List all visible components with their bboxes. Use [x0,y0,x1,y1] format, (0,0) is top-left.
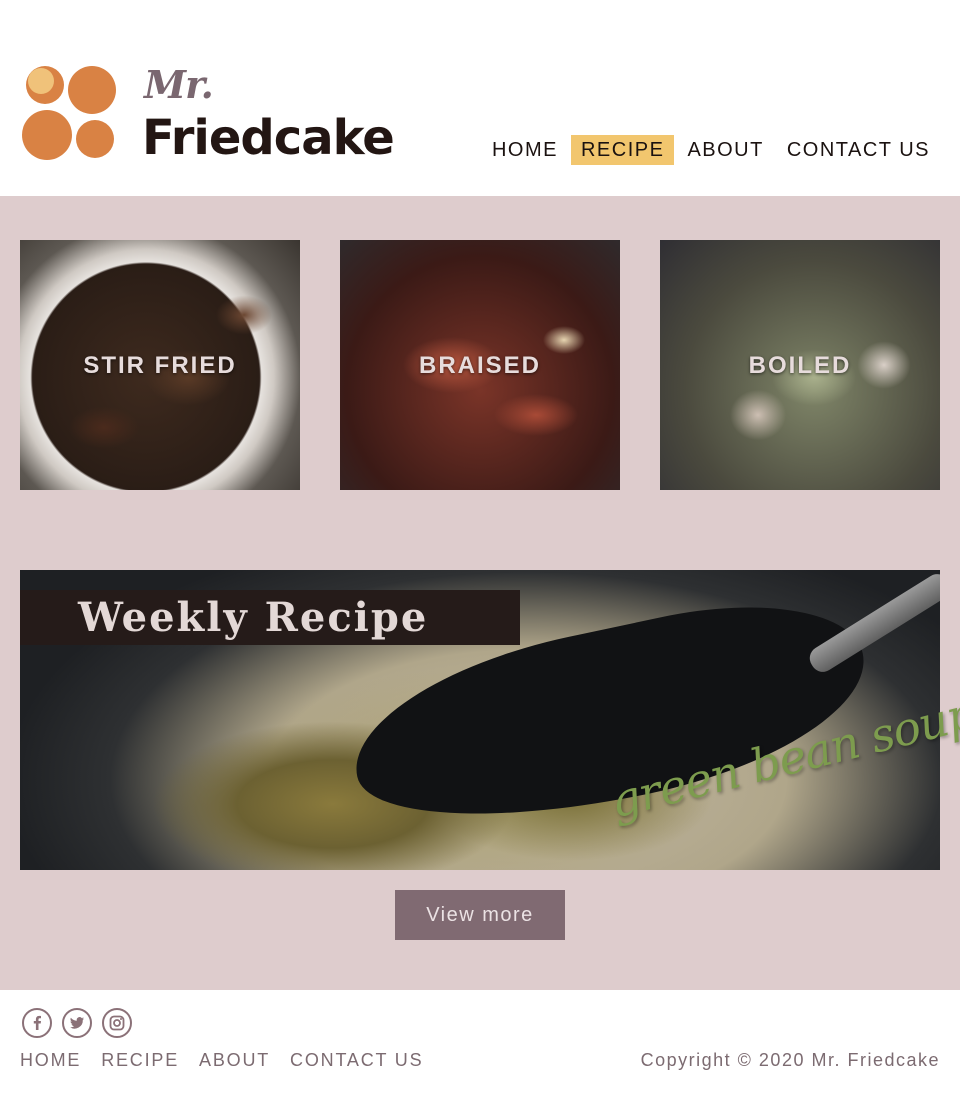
footer-nav-contact-us[interactable]: CONTACT US [290,1050,423,1071]
nav-home[interactable]: HOME [482,135,568,165]
social-links [22,1008,132,1038]
footer-nav: HOME RECIPE ABOUT CONTACT US [20,1050,423,1071]
site-footer: HOME RECIPE ABOUT CONTACT US Copyright ©… [0,990,960,1093]
category-label: BRAISED [418,352,541,379]
weekly-recipe-title: Weekly Recipe [78,594,429,641]
view-more-button[interactable]: View more [395,890,565,940]
footer-nav-about[interactable]: ABOUT [199,1050,270,1071]
main-nav: HOME RECIPE ABOUT CONTACT US [479,135,940,165]
main-content: STIR FRIED BRAISED BOILED Weekly Recipe … [0,196,960,990]
logo-icon[interactable] [20,64,118,162]
nav-about[interactable]: ABOUT [677,135,773,165]
logo-dot [22,110,72,160]
instagram-icon[interactable] [102,1008,132,1038]
category-label: STIR FRIED [83,352,237,379]
category-card-stir-fried[interactable]: STIR FRIED [20,240,300,490]
twitter-icon[interactable] [62,1008,92,1038]
nav-recipe[interactable]: RECIPE [570,135,675,165]
logo-dot [76,120,114,158]
logo-dot [26,66,64,104]
facebook-icon[interactable] [22,1008,52,1038]
footer-nav-home[interactable]: HOME [20,1050,81,1071]
logo-mr-text[interactable]: Mr. [144,62,214,107]
category-card-braised[interactable]: BRAISED [340,240,620,490]
site-header: Mr. Friedcake HOME RECIPE ABOUT CONTACT … [0,0,960,196]
footer-nav-recipe[interactable]: RECIPE [101,1050,179,1071]
nav-contact-us[interactable]: CONTACT US [777,135,940,165]
category-label: BOILED [748,352,852,379]
logo-dot [68,66,116,114]
logo-brand-name[interactable]: Friedcake [142,108,395,168]
copyright-text: Copyright © 2020 Mr. Friedcake [640,1050,940,1070]
category-card-boiled[interactable]: BOILED [660,240,940,490]
